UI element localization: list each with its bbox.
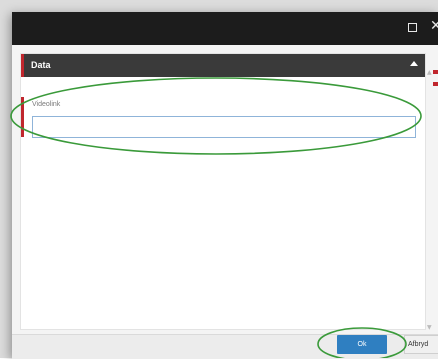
dialog-titlebar: ✕ [12,12,438,45]
cancel-button[interactable]: Afbryd [404,335,438,354]
side-markers [433,70,438,96]
scroll-up-icon[interactable]: ▲ [427,69,432,76]
videolink-input[interactable] [32,116,416,138]
section-title: Data [31,60,51,70]
videolink-label: Videolink [32,101,61,108]
maximize-icon[interactable] [408,23,417,32]
close-icon[interactable]: ✕ [430,19,438,33]
scroll-down-icon[interactable]: ▼ [427,324,432,331]
edit-dialog: ✕ Data Videolink ▲ ▼ [12,12,438,359]
ok-button[interactable]: Ok [337,335,387,354]
section-header-data[interactable]: Data [21,54,425,77]
field-required-marker [21,97,24,137]
chevron-up-icon[interactable] [410,61,418,66]
dialog-content: Data Videolink [20,53,426,330]
